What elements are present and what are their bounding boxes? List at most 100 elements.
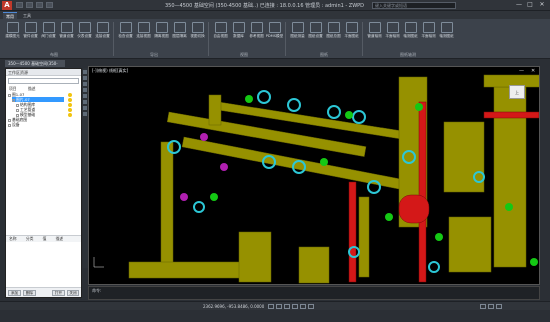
quick-save-icon[interactable]: [36, 2, 43, 8]
visibility-bulb-icon[interactable]: [68, 108, 72, 112]
quick-undo-icon[interactable]: [46, 2, 53, 8]
green-fitting: [415, 103, 423, 111]
tool-icon: [137, 22, 150, 33]
quick-open-icon[interactable]: [26, 2, 33, 8]
document-tab[interactable]: 350—4500 基础空间(350-: [5, 60, 65, 67]
tool-icon[interactable]: [83, 70, 87, 74]
tool-icon: [368, 22, 381, 33]
column-project: 项目: [9, 86, 17, 91]
open-button[interactable]: 打开: [52, 290, 65, 296]
ribbon-button[interactable]: 图纸测量: [288, 22, 307, 52]
visibility-bulb-icon[interactable]: [68, 98, 72, 102]
green-fitting: [345, 111, 353, 119]
delete-button[interactable]: 删除: [23, 290, 36, 296]
ribbon-button[interactable]: 轴测图纸: [437, 22, 456, 52]
workspace-panel: 工作区资源 项目 描述 图1-07 图片-07 结构图库 工艺管道 模型基础 基…: [5, 68, 82, 298]
tool-icon: [422, 22, 435, 33]
expand-icon[interactable]: [12, 98, 15, 102]
yellow-vessel: [448, 216, 492, 273]
command-line[interactable]: 命令:: [88, 286, 540, 300]
ribbon-button[interactable]: 图纸设置: [306, 22, 325, 52]
visibility-bulb-icon[interactable]: [68, 113, 72, 117]
yellow-pipe: [160, 141, 174, 273]
tab-common[interactable]: 常用: [3, 12, 17, 19]
maximize-button[interactable]: □: [525, 2, 535, 9]
ribbon-button[interactable]: 平面轴测: [419, 22, 438, 52]
cyan-flange: [327, 105, 341, 119]
tree-node[interactable]: 设备: [8, 122, 20, 127]
ribbon-button[interactable]: 仪表设置: [75, 22, 94, 52]
app-logo[interactable]: A: [2, 1, 12, 10]
cyan-flange: [352, 110, 366, 124]
tool-icon[interactable]: [83, 76, 87, 80]
tool-icon: [96, 22, 109, 33]
green-fitting: [530, 258, 538, 266]
tab-tools[interactable]: 工具: [20, 12, 34, 19]
expand-icon[interactable]: [8, 93, 11, 97]
ucs-axis-icon: [93, 257, 104, 268]
ribbon-button[interactable]: 检查设置: [116, 22, 135, 52]
quick-new-icon[interactable]: [16, 2, 23, 8]
ribbon-button[interactable]: 图层隔离: [170, 22, 189, 52]
panel-title: 工作区资源: [6, 69, 81, 76]
tool-icon[interactable]: [83, 112, 87, 116]
tool-icon[interactable]: [83, 82, 87, 86]
tool-icon[interactable]: [83, 88, 87, 92]
annotation-scale-icon[interactable]: [480, 304, 486, 309]
ribbon-button[interactable]: 隔离视图: [152, 22, 171, 52]
ribbon-button[interactable]: 自由视图: [211, 22, 230, 52]
osnap-toggle-icon[interactable]: [300, 304, 306, 309]
workspace-icon[interactable]: [488, 304, 494, 309]
model-viewport[interactable]: [-](俯视) 线框[真实] — ✕ 上: [88, 66, 540, 285]
ribbon-button[interactable]: 平面图纸: [342, 22, 361, 52]
ribbon-button[interactable]: 管件设置: [21, 22, 40, 52]
ribbon-button[interactable]: PDMS模型: [265, 22, 284, 52]
tool-icon: [214, 22, 227, 33]
expand-icon[interactable]: [8, 123, 11, 127]
ribbon-button[interactable]: 管道设置: [57, 22, 76, 52]
purple-valve: [200, 133, 208, 141]
polar-toggle-icon[interactable]: [292, 304, 298, 309]
ribbon-button[interactable]: 平面轴测: [383, 22, 402, 52]
tool-icon[interactable]: [83, 106, 87, 110]
tool-icon[interactable]: [83, 94, 87, 98]
green-fitting: [210, 193, 218, 201]
viewport-label[interactable]: [-](俯视) 线框[真实]: [92, 68, 128, 74]
ribbon-button[interactable]: 数据库: [229, 22, 248, 52]
close-button[interactable]: ✕: [537, 2, 547, 9]
ribbon-button[interactable]: 连接设置: [93, 22, 112, 52]
tool-icon: [42, 22, 55, 33]
red-pipe: [418, 101, 427, 283]
ribbon-button[interactable]: 连接视图: [134, 22, 153, 52]
ribbon-button[interactable]: 管道轴测: [365, 22, 384, 52]
grid-toggle-icon[interactable]: [268, 304, 274, 309]
ribbon-button[interactable]: 视图切换: [188, 22, 207, 52]
ribbon-button[interactable]: 建模图元: [3, 22, 22, 52]
ribbon-tabs: 常用 工具: [0, 11, 550, 19]
ribbon-group-label: 图纸轴测: [400, 52, 416, 57]
ribbon-button[interactable]: 轴测图纸: [401, 22, 420, 52]
cursor-coordinates: 2362.9696, -953.8486, 0.0000: [203, 304, 265, 309]
search-input[interactable]: 键入关键字或短语: [372, 2, 456, 9]
otrack-toggle-icon[interactable]: [308, 304, 314, 309]
view-cube[interactable]: 上: [509, 85, 525, 99]
visibility-bulb-icon[interactable]: [68, 93, 72, 97]
ribbon-separator: [113, 22, 114, 56]
add-button[interactable]: 添加: [8, 290, 21, 296]
close-panel-button[interactable]: 关闭: [67, 290, 79, 296]
tool-icon[interactable]: [83, 100, 87, 104]
visibility-bulb-icon[interactable]: [68, 103, 72, 107]
ortho-toggle-icon[interactable]: [284, 304, 290, 309]
ribbon-button[interactable]: 参考视图: [247, 22, 266, 52]
settings-icon[interactable]: [496, 304, 502, 309]
ribbon-button[interactable]: 图纸总图: [324, 22, 343, 52]
viewport-minimize[interactable]: —: [519, 68, 524, 74]
purple-valve: [180, 193, 188, 201]
snap-toggle-icon[interactable]: [276, 304, 282, 309]
minimize-button[interactable]: —: [514, 2, 524, 9]
tool-icon: [173, 22, 186, 33]
tool-icon: [386, 22, 399, 33]
panel-search-input[interactable]: [8, 78, 79, 84]
viewport-close[interactable]: ✕: [531, 68, 535, 74]
ribbon-button[interactable]: 阀门设置: [39, 22, 58, 52]
